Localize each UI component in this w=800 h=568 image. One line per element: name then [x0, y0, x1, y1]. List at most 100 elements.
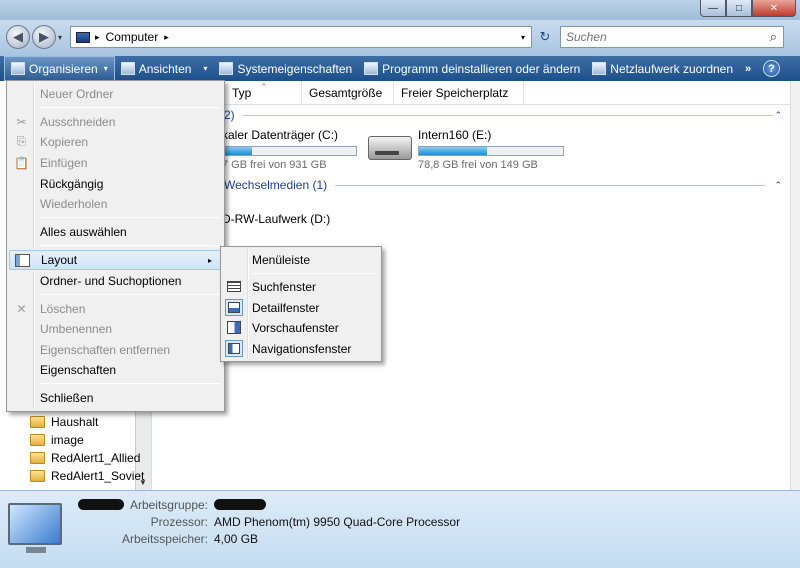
folder-item[interactable]: RedAlert1_Soviet — [30, 469, 144, 483]
menu-rename[interactable]: Umbenennen — [9, 319, 222, 339]
drive-e[interactable]: Intern160 (E:) 78,8 GB frei von 149 GB — [368, 128, 564, 171]
preview-pane-icon — [225, 319, 243, 336]
refresh-button[interactable]: ↻ — [534, 26, 556, 48]
menu-item-label: Kopieren — [40, 135, 89, 149]
collapse-icon[interactable]: ⌃ — [774, 180, 782, 191]
column-total-label: Gesamtgröße — [309, 86, 383, 100]
views-button[interactable]: Ansichten ▾ — [115, 56, 214, 81]
drive-c-name: kaler Datenträger (C:) — [222, 128, 339, 142]
forward-button[interactable]: ▶ — [32, 25, 56, 49]
map-network-drive-button[interactable]: Netzlaufwerk zuordnen — [586, 56, 739, 81]
scissors-icon: ✂ — [16, 114, 27, 129]
folder-label: RedAlert1_Soviet — [51, 469, 145, 483]
capacity-fill — [419, 147, 487, 155]
menu-redo[interactable]: Wiederholen — [9, 194, 222, 214]
folder-icon — [30, 470, 45, 482]
submenu-details-pane[interactable]: Detailfenster — [223, 298, 380, 318]
navigation-pane-icon — [225, 340, 243, 357]
uninstall-icon — [364, 62, 379, 75]
address-dropdown-icon[interactable]: ▾ — [521, 33, 525, 42]
more-commands-button[interactable]: » — [745, 63, 751, 75]
address-bar[interactable]: ▸ Computer ▸ ▾ — [70, 26, 532, 48]
redacted-workgroup — [214, 499, 266, 510]
submenu-navigation-pane[interactable]: Navigationsfenster — [223, 339, 380, 359]
column-free-space[interactable]: Freier Speicherplatz — [394, 81, 524, 105]
folder-icon — [30, 434, 45, 446]
menu-item-label: Layout — [41, 253, 78, 267]
menu-cut[interactable]: ✂ Ausschneiden — [9, 112, 222, 132]
memory-label: Arbeitsspeicher: — [121, 532, 208, 546]
menu-remove-properties[interactable]: Eigenschaften entfernen — [9, 340, 222, 360]
submenu-preview-pane[interactable]: Vorschaufenster — [223, 318, 380, 338]
map-drive-label: Netzlaufwerk zuordnen — [610, 61, 734, 76]
search-icon[interactable]: ⌕ — [770, 29, 777, 45]
search-box[interactable]: ⌕ — [560, 26, 784, 48]
help-button[interactable]: ? — [763, 60, 780, 77]
drive-e-name: Intern160 (E:) — [418, 128, 492, 142]
content-scrollbar[interactable] — [790, 81, 800, 490]
submenu-item-label: Detailfenster — [252, 301, 320, 315]
breadcrumb-computer[interactable]: Computer — [106, 30, 159, 44]
minimize-button[interactable]: — — [700, 0, 726, 17]
menu-separator — [40, 245, 220, 246]
menu-item-label: Rückgängig — [40, 177, 104, 191]
breadcrumb-arrow-icon[interactable]: ▸ — [164, 32, 169, 43]
title-bar: — □ ✕ — [0, 0, 800, 20]
processor-value: AMD Phenom(tm) 9950 Quad-Core Processor — [214, 515, 461, 529]
drive-d[interactable]: D-RW-Laufwerk (D:) — [222, 212, 330, 226]
drive-c-capacity-bar — [222, 146, 357, 156]
menu-item-label: Schließen — [40, 391, 94, 405]
folder-item[interactable]: Haushalt — [30, 415, 98, 429]
address-row: ◀ ▶ ▾ ▸ Computer ▸ ▾ ↻ ⌕ — [0, 20, 800, 56]
menu-undo[interactable]: Rückgängig — [9, 174, 222, 194]
group-header-removable[interactable]: Wechselmedien (1) ⌃ — [152, 177, 782, 193]
menu-new-folder[interactable]: Neuer Ordner — [9, 84, 222, 104]
menu-item-label: Ordner- und Suchoptionen — [40, 274, 182, 288]
menu-properties[interactable]: Eigenschaften — [9, 360, 222, 380]
back-button[interactable]: ◀ — [6, 25, 30, 49]
folder-label: image — [51, 433, 84, 447]
chevron-down-icon: ▾ — [203, 64, 208, 73]
group-header-hard-disks[interactable]: 2) ⌃ — [152, 107, 782, 123]
views-label: Ansichten — [138, 61, 192, 76]
layout-icon — [15, 254, 30, 267]
caption-buttons: — □ ✕ — [700, 0, 796, 17]
forward-arrow-icon: ▶ — [39, 29, 49, 44]
folder-item[interactable]: image — [30, 433, 84, 447]
menu-layout[interactable]: Layout ▸ — [9, 250, 222, 270]
submenu-arrow-icon: ▸ — [207, 255, 212, 265]
menu-select-all[interactable]: Alles auswählen — [9, 222, 222, 242]
details-pane-icon — [225, 299, 243, 316]
menu-close[interactable]: Schließen — [9, 388, 222, 408]
menu-folder-options[interactable]: Ordner- und Suchoptionen — [9, 271, 222, 291]
organize-button[interactable]: Organisieren ▾ — [4, 56, 115, 81]
collapse-icon[interactable]: ⌃ — [774, 110, 782, 121]
uninstall-program-button[interactable]: Programm deinstallieren oder ändern — [358, 56, 586, 81]
delete-icon: ✕ — [16, 301, 27, 316]
folder-icon — [30, 416, 45, 428]
search-input[interactable] — [566, 30, 756, 44]
system-properties-button[interactable]: Systemeigenschaften — [213, 56, 358, 81]
close-button[interactable]: ✕ — [752, 0, 796, 17]
submenu-menubar[interactable]: Menüleiste — [223, 250, 380, 270]
folder-label: Haushalt — [51, 415, 99, 429]
folder-item[interactable]: RedAlert1_Allied — [30, 451, 140, 465]
menu-item-label: Neuer Ordner — [40, 87, 114, 101]
maximize-button[interactable]: □ — [726, 0, 752, 17]
column-total-size[interactable]: Gesamtgröße — [302, 81, 394, 105]
workgroup-label: Arbeitsgruppe: — [129, 498, 208, 512]
menu-paste[interactable]: 📋 Einfügen — [9, 153, 222, 173]
group-removable-label: Wechselmedien (1) — [224, 178, 328, 192]
menu-separator — [252, 273, 378, 274]
drive-c[interactable]: kaler Datenträger (C:) 7 GB frei von 931… — [222, 128, 357, 171]
breadcrumb-separator-icon[interactable]: ▸ — [95, 32, 100, 43]
menu-delete[interactable]: ✕ Löschen — [9, 299, 222, 319]
submenu-search-pane[interactable]: Suchfenster — [223, 277, 380, 297]
folder-label: RedAlert1_Allied — [51, 451, 141, 465]
recent-pages-dropdown-icon[interactable]: ▾ — [58, 33, 62, 42]
sort-arrow-icon: ^ — [262, 82, 266, 91]
menu-copy[interactable]: ⎘ Kopieren — [9, 132, 222, 152]
menu-item-label: Alles auswählen — [40, 225, 127, 239]
drive-e-free-text: 78,8 GB frei von 149 GB — [418, 159, 538, 171]
system-properties-icon — [219, 62, 234, 75]
